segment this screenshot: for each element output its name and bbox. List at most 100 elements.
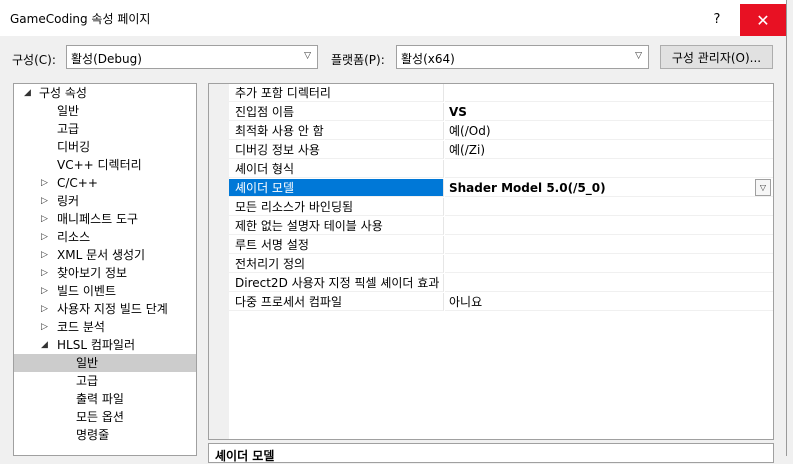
chevron-down-icon[interactable]: ▽ bbox=[755, 179, 771, 196]
tree-item[interactable]: 명령줄 bbox=[14, 426, 196, 444]
property-name: 모든 리소스가 바인딩됨 bbox=[229, 198, 444, 216]
property-row[interactable]: 셰이더 형식 bbox=[229, 160, 773, 179]
tree-item[interactable]: ▷ 코드 분석 bbox=[14, 318, 196, 336]
tree-item[interactable]: 일반 bbox=[14, 102, 196, 120]
chevron-down-icon: ▽ bbox=[304, 51, 311, 61]
property-row[interactable]: 최적화 사용 안 함 예(/Od) bbox=[229, 122, 773, 141]
property-row[interactable]: 진입점 이름 VS bbox=[229, 103, 773, 122]
config-dropdown[interactable]: 활성(Debug) ▽ bbox=[66, 45, 318, 69]
tree-item[interactable]: VC++ 디렉터리 bbox=[14, 156, 196, 174]
config-value: 활성(Debug) bbox=[71, 52, 142, 66]
tree-item-label: C/C++ bbox=[57, 176, 98, 190]
expand-arrow-icon[interactable]: ▷ bbox=[41, 300, 48, 318]
property-row[interactable]: 다중 프로세서 컴파일 아니요 bbox=[229, 293, 773, 312]
expand-arrow-icon[interactable]: ▷ bbox=[41, 174, 48, 192]
expand-arrow-icon[interactable]: ▷ bbox=[41, 228, 48, 246]
tree-item-label: 사용자 지정 빌드 단계 bbox=[57, 302, 168, 316]
property-row[interactable]: 추가 포함 디렉터리 bbox=[229, 84, 773, 103]
title-bar: GameCoding 속성 페이지 ? ✕ bbox=[0, 0, 786, 36]
window-title: GameCoding 속성 페이지 bbox=[10, 12, 151, 26]
expand-arrow-icon[interactable]: ▷ bbox=[41, 246, 48, 264]
property-value-text: Shader Model 5.0(/5_0) bbox=[449, 181, 606, 195]
expand-arrow-icon[interactable]: ▷ bbox=[41, 192, 48, 210]
property-name: 진입점 이름 bbox=[229, 103, 444, 121]
tree-item[interactable]: ▷ 리소스 bbox=[14, 228, 196, 246]
collapse-arrow-icon[interactable]: ◢ bbox=[24, 84, 31, 102]
tree-item-label: XML 문서 생성기 bbox=[57, 248, 146, 262]
property-value[interactable]: Shader Model 5.0(/5_0) ▽ bbox=[445, 179, 773, 197]
platform-label: 플랫폼(P): bbox=[331, 53, 385, 67]
tree-item[interactable]: ▷ 매니페스트 도구 bbox=[14, 210, 196, 228]
expand-arrow-icon[interactable]: ▷ bbox=[41, 264, 48, 282]
tree-item[interactable]: 출력 파일 bbox=[14, 390, 196, 408]
tree-item[interactable]: 디버깅 bbox=[14, 138, 196, 156]
property-value[interactable] bbox=[445, 255, 773, 273]
expand-arrow-icon[interactable]: ▷ bbox=[41, 210, 48, 228]
property-value[interactable] bbox=[445, 198, 773, 216]
tree-item-label: 고급 bbox=[76, 374, 99, 388]
tree-item-label: 일반 bbox=[76, 356, 99, 370]
property-value-text: 예(/Od) bbox=[449, 124, 491, 138]
property-name: 추가 포함 디렉터리 bbox=[229, 84, 444, 102]
tree-item-label: 빌드 이벤트 bbox=[57, 284, 117, 298]
description-panel: 셰이더 모델 bbox=[208, 443, 774, 463]
tree-item[interactable]: 모든 옵션 bbox=[14, 408, 196, 426]
platform-dropdown[interactable]: 활성(x64) ▽ bbox=[396, 45, 649, 69]
expand-arrow-icon[interactable]: ▷ bbox=[41, 318, 48, 336]
property-value[interactable] bbox=[445, 274, 773, 292]
config-label: 구성(C): bbox=[12, 53, 56, 67]
tree-item[interactable]: ◢ 구성 속성 bbox=[14, 84, 196, 102]
chevron-down-icon: ▽ bbox=[635, 51, 642, 61]
property-row[interactable]: 디버깅 정보 사용 예(/Zi) bbox=[229, 141, 773, 160]
tree-item-label: 찾아보기 정보 bbox=[57, 266, 128, 280]
tree-item[interactable]: ▷ C/C++ bbox=[14, 174, 196, 192]
tree-item[interactable]: 고급 bbox=[14, 372, 196, 390]
property-row[interactable]: Direct2D 사용자 지정 픽셀 셰이더 효과 bbox=[229, 274, 773, 293]
property-row[interactable]: 제한 없는 설명자 테이블 사용 bbox=[229, 217, 773, 236]
tree-item-label: 일반 bbox=[57, 104, 80, 118]
tree-item-label: 고급 bbox=[57, 122, 80, 136]
tree-item[interactable]: ▷ 링커 bbox=[14, 192, 196, 210]
property-name: 셰이더 형식 bbox=[229, 160, 444, 178]
property-name: 루트 서명 설정 bbox=[229, 236, 444, 254]
property-value[interactable]: 예(/Od) bbox=[445, 122, 773, 140]
property-value[interactable]: 예(/Zi) bbox=[445, 141, 773, 159]
property-row[interactable]: 셰이더 모델 Shader Model 5.0(/5_0) ▽ bbox=[229, 179, 773, 198]
property-value[interactable] bbox=[445, 217, 773, 235]
property-value[interactable] bbox=[445, 160, 773, 178]
grid-gutter bbox=[209, 84, 229, 439]
property-name: Direct2D 사용자 지정 픽셀 셰이더 효과 bbox=[229, 274, 444, 292]
tree-item[interactable]: 일반 bbox=[14, 354, 196, 372]
expand-arrow-icon[interactable]: ▷ bbox=[41, 282, 48, 300]
property-name: 셰이더 모델 bbox=[229, 179, 444, 197]
collapse-arrow-icon[interactable]: ◢ bbox=[41, 336, 48, 354]
property-value[interactable] bbox=[445, 236, 773, 254]
property-row[interactable]: 루트 서명 설정 bbox=[229, 236, 773, 255]
property-value[interactable]: 아니요 bbox=[445, 293, 773, 311]
close-button[interactable]: ✕ bbox=[740, 4, 786, 36]
tree-item[interactable]: ▷ 빌드 이벤트 bbox=[14, 282, 196, 300]
config-manager-button[interactable]: 구성 관리자(O)... bbox=[660, 45, 773, 69]
tree-item[interactable]: ▷ 사용자 지정 빌드 단계 bbox=[14, 300, 196, 318]
tree-item[interactable]: ▷ XML 문서 생성기 bbox=[14, 246, 196, 264]
tree-item[interactable]: 고급 bbox=[14, 120, 196, 138]
property-value-text: 예(/Zi) bbox=[449, 143, 486, 157]
tree-item[interactable]: ◢ HLSL 컴파일러 bbox=[14, 336, 196, 354]
help-button[interactable]: ? bbox=[700, 4, 734, 34]
property-name: 다중 프로세서 컴파일 bbox=[229, 293, 444, 311]
tree-item-label: HLSL 컴파일러 bbox=[57, 338, 135, 352]
category-tree[interactable]: ◢ 구성 속성 일반 고급 디버깅 VC++ 디렉터리 ▷ C/C++ ▷ 링커 ▷ 매니페스트 도구… bbox=[13, 83, 197, 456]
property-value-text: VS bbox=[449, 105, 467, 119]
tree-item[interactable]: ▷ 찾아보기 정보 bbox=[14, 264, 196, 282]
property-row[interactable]: 모든 리소스가 바인딩됨 bbox=[229, 198, 773, 217]
property-value[interactable]: VS bbox=[445, 103, 773, 121]
property-value[interactable] bbox=[445, 84, 773, 102]
tree-item-label: 명령줄 bbox=[76, 428, 110, 442]
tree-item-label: 디버깅 bbox=[57, 140, 91, 154]
property-name: 디버깅 정보 사용 bbox=[229, 141, 444, 159]
platform-value: 활성(x64) bbox=[401, 52, 455, 66]
property-row[interactable]: 전처리기 정의 bbox=[229, 255, 773, 274]
properties-dialog: GameCoding 속성 페이지 ? ✕ 구성(C): 활성(Debug) ▽… bbox=[0, 0, 787, 463]
tree-item-label: 매니페스트 도구 bbox=[57, 212, 139, 226]
property-grid[interactable]: 추가 포함 디렉터리 진입점 이름 VS 최적화 사용 안 함 예(/Od) 디버깅 정보… bbox=[208, 83, 774, 440]
